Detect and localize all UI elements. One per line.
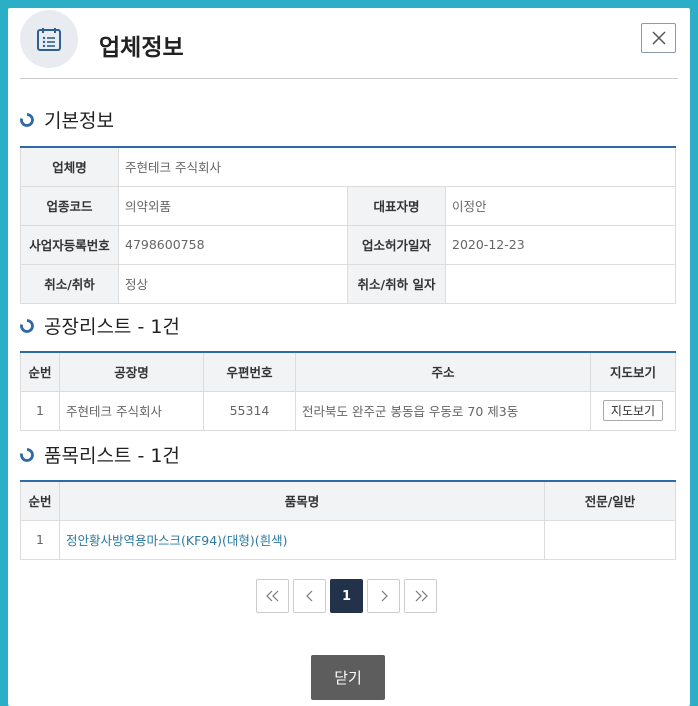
first-page-button[interactable] <box>256 579 289 613</box>
table-row: 사업자등록번호 4798600758 업소허가일자 2020-12-23 <box>20 224 676 265</box>
double-chevron-right-icon <box>415 590 428 602</box>
table-row: 업체명 주현테크 주식회사 <box>20 146 676 187</box>
chevron-right-icon <box>381 590 388 602</box>
table-row: 업종코드 의약외품 대표자명 이정안 <box>20 185 676 226</box>
refresh-ring-icon <box>20 112 34 127</box>
refresh-ring-icon <box>20 447 34 462</box>
next-page-button[interactable] <box>367 579 400 613</box>
table-row: 1 정안황사방역용마스크(KF94)(대형)(흰색) <box>20 519 676 560</box>
basic-info-table: 업체명 주현테크 주식회사 업종코드 의약외품 대표자명 이정안 사업자등록번호… <box>20 146 676 304</box>
close-button[interactable] <box>641 23 676 53</box>
table-row: 1 주현테크 주식회사 55314 전라북도 완주군 봉동읍 우동로 70 제3… <box>20 390 676 431</box>
calendar-list-icon <box>20 10 78 68</box>
close-modal-button[interactable]: 닫기 <box>311 655 385 700</box>
double-chevron-left-icon <box>265 590 278 602</box>
company-info-modal: 업체정보 기본정보 업체명 주현테크 주식회사 업종코드 의약외품 대표자명 이… <box>8 8 690 706</box>
table-header-row: 순번 품목명 전문/일반 <box>20 480 676 521</box>
factory-list-table: 순번 공장명 우편번호 주소 지도보기 1 주현테크 주식회사 55314 전라… <box>20 351 676 431</box>
view-map-button[interactable]: 지도보기 <box>602 400 664 421</box>
product-link[interactable]: 정안황사방역용마스크(KF94)(대형)(흰색) <box>59 519 545 560</box>
close-icon <box>651 31 666 45</box>
modal-title: 업체정보 <box>99 35 184 61</box>
chevron-left-icon <box>305 590 312 602</box>
page-button-current[interactable]: 1 <box>330 579 363 613</box>
last-page-button[interactable] <box>404 579 437 613</box>
product-list-table: 순번 품목명 전문/일반 1 정안황사방역용마스크(KF94)(대형)(흰색) <box>20 480 676 560</box>
modal-header: 업체정보 <box>20 8 678 79</box>
pagination: 1 <box>256 579 437 613</box>
basic-info-section-title: 기본정보 <box>20 106 114 133</box>
table-row: 취소/취하 정상 취소/취하 일자 <box>20 263 676 304</box>
factory-list-section-title: 공장리스트 - 1건 <box>20 312 180 339</box>
product-list-section-title: 품목리스트 - 1건 <box>20 441 180 468</box>
prev-page-button[interactable] <box>293 579 326 613</box>
table-header-row: 순번 공장명 우편번호 주소 지도보기 <box>20 351 676 392</box>
refresh-ring-icon <box>20 318 34 333</box>
